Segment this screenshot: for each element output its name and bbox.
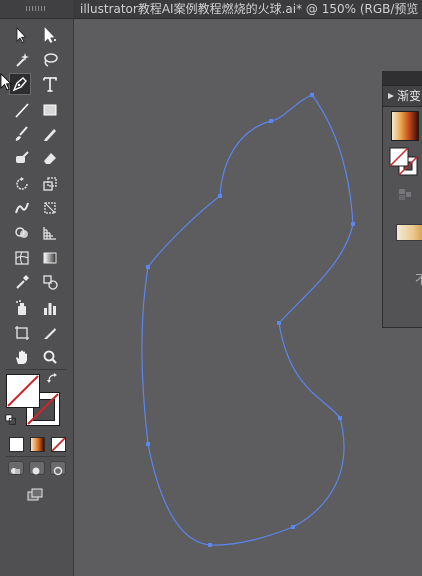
column-graph-tool[interactable] xyxy=(39,297,61,319)
anchor-points xyxy=(146,93,355,547)
type-tool[interactable] xyxy=(39,73,61,95)
gradient-panel-partial-text: 不 xyxy=(415,273,422,288)
zoom-icon xyxy=(43,350,57,364)
draw-normal-icon[interactable] xyxy=(8,461,24,475)
zoom-tool[interactable] xyxy=(39,346,61,368)
color-mode-button[interactable] xyxy=(9,437,24,452)
slice-tool[interactable] xyxy=(39,322,61,344)
line-segment-tool[interactable] xyxy=(11,99,33,121)
mesh-icon xyxy=(15,251,29,265)
anchor-point xyxy=(208,543,212,547)
document-tab-bar: illustrator教程AI案例教程燃烧的火球.ai* @ 150% (RGB… xyxy=(73,0,422,19)
anchor-point xyxy=(291,525,295,529)
fireball-path[interactable] xyxy=(141,94,354,546)
screen-mode-icon[interactable] xyxy=(24,484,46,506)
rotate-icon xyxy=(16,177,28,190)
rotate-tool[interactable] xyxy=(11,173,33,195)
hand-tool[interactable] xyxy=(11,346,33,368)
default-fill-stroke-icon[interactable] xyxy=(4,413,18,427)
rectangle-tool[interactable] xyxy=(39,99,61,121)
anchor-point xyxy=(146,442,150,446)
tools-separator xyxy=(6,456,66,457)
fill-none-swatch-icon[interactable] xyxy=(6,374,40,408)
direct-selection-tool[interactable] xyxy=(39,24,61,46)
scale-tool[interactable] xyxy=(39,173,61,195)
anchor-point xyxy=(146,265,150,269)
tools-panel-header[interactable] xyxy=(0,0,73,19)
anchor-point xyxy=(269,119,273,123)
none-mode-button[interactable] xyxy=(51,437,66,452)
swap-fill-stroke-icon[interactable] xyxy=(46,372,60,386)
magic-wand-icon xyxy=(16,53,29,67)
eyedropper-tool[interactable] xyxy=(11,271,33,293)
selection-tool[interactable] xyxy=(11,24,33,46)
eraser-tool[interactable] xyxy=(39,147,61,169)
rectangle-icon xyxy=(43,104,57,116)
eraser-icon xyxy=(44,153,56,164)
perspective-grid-icon xyxy=(43,227,56,240)
gradient-preview-swatch[interactable] xyxy=(391,111,419,141)
paintbrush-icon xyxy=(15,126,28,141)
paintbrush-tool[interactable] xyxy=(11,123,33,145)
draw-behind-icon[interactable] xyxy=(29,461,45,475)
gradient-slider-bar[interactable] xyxy=(396,224,422,241)
blend-tool[interactable] xyxy=(39,271,61,293)
anchor-point xyxy=(351,222,355,226)
anchor-point xyxy=(218,194,222,198)
mesh-tool[interactable] xyxy=(11,247,33,269)
draw-inside-icon[interactable] xyxy=(50,461,66,476)
scale-icon xyxy=(43,177,57,191)
eyedropper-icon xyxy=(16,275,29,289)
gradient-fill-stroke-icon[interactable] xyxy=(389,147,419,177)
tools-separator xyxy=(6,369,66,370)
artboard-tool[interactable] xyxy=(11,322,33,344)
width-icon xyxy=(15,202,29,214)
magic-wand-tool[interactable] xyxy=(11,49,33,71)
perspective-grid-tool[interactable] xyxy=(39,222,61,244)
symbol-sprayer-tool[interactable] xyxy=(11,297,33,319)
free-transform-tool[interactable] xyxy=(39,197,61,219)
symbol-sprayer-icon xyxy=(16,300,26,315)
pencil-icon xyxy=(44,129,56,141)
hand-icon xyxy=(16,350,27,364)
blend-icon xyxy=(43,275,58,290)
panel-collapse-icon[interactable] xyxy=(387,92,395,100)
blob-brush-tool[interactable] xyxy=(11,147,33,169)
gradient-panel: 渐变 不 xyxy=(382,71,422,328)
type-t-icon xyxy=(43,77,57,92)
column-graph-icon xyxy=(44,303,56,315)
anchor-point xyxy=(277,321,281,325)
width-tool[interactable] xyxy=(11,197,33,219)
shape-builder-icon xyxy=(15,227,28,238)
anchor-point xyxy=(310,93,314,97)
blob-brush-icon xyxy=(16,151,29,163)
gradient-icon xyxy=(43,252,57,264)
mouse-cursor-icon xyxy=(0,73,12,91)
gradient-mode-button[interactable] xyxy=(30,437,45,452)
artboard-icon xyxy=(15,326,29,340)
slice-icon xyxy=(44,328,56,339)
gradient-panel-tab[interactable]: 渐变 xyxy=(397,88,421,104)
panel-grip-icon[interactable] xyxy=(26,6,46,11)
gradient-panel-header[interactable] xyxy=(383,72,422,86)
pencil-tool[interactable] xyxy=(39,123,61,145)
selection-arrow-icon xyxy=(16,26,27,44)
lasso-tool[interactable] xyxy=(39,49,61,71)
direct-selection-arrow-icon xyxy=(44,27,56,43)
free-transform-icon xyxy=(44,202,56,214)
gradient-panel-tabrow: 渐变 xyxy=(383,86,422,107)
gradient-tool[interactable] xyxy=(39,247,61,269)
anchor-point xyxy=(338,416,342,420)
document-tab-title[interactable]: illustrator教程AI案例教程燃烧的火球.ai* @ 150% (RGB… xyxy=(80,0,418,18)
lasso-icon xyxy=(44,53,58,67)
line-icon xyxy=(15,103,29,118)
shape-builder-tool[interactable] xyxy=(11,222,33,244)
reverse-gradient-icon[interactable] xyxy=(397,186,413,202)
